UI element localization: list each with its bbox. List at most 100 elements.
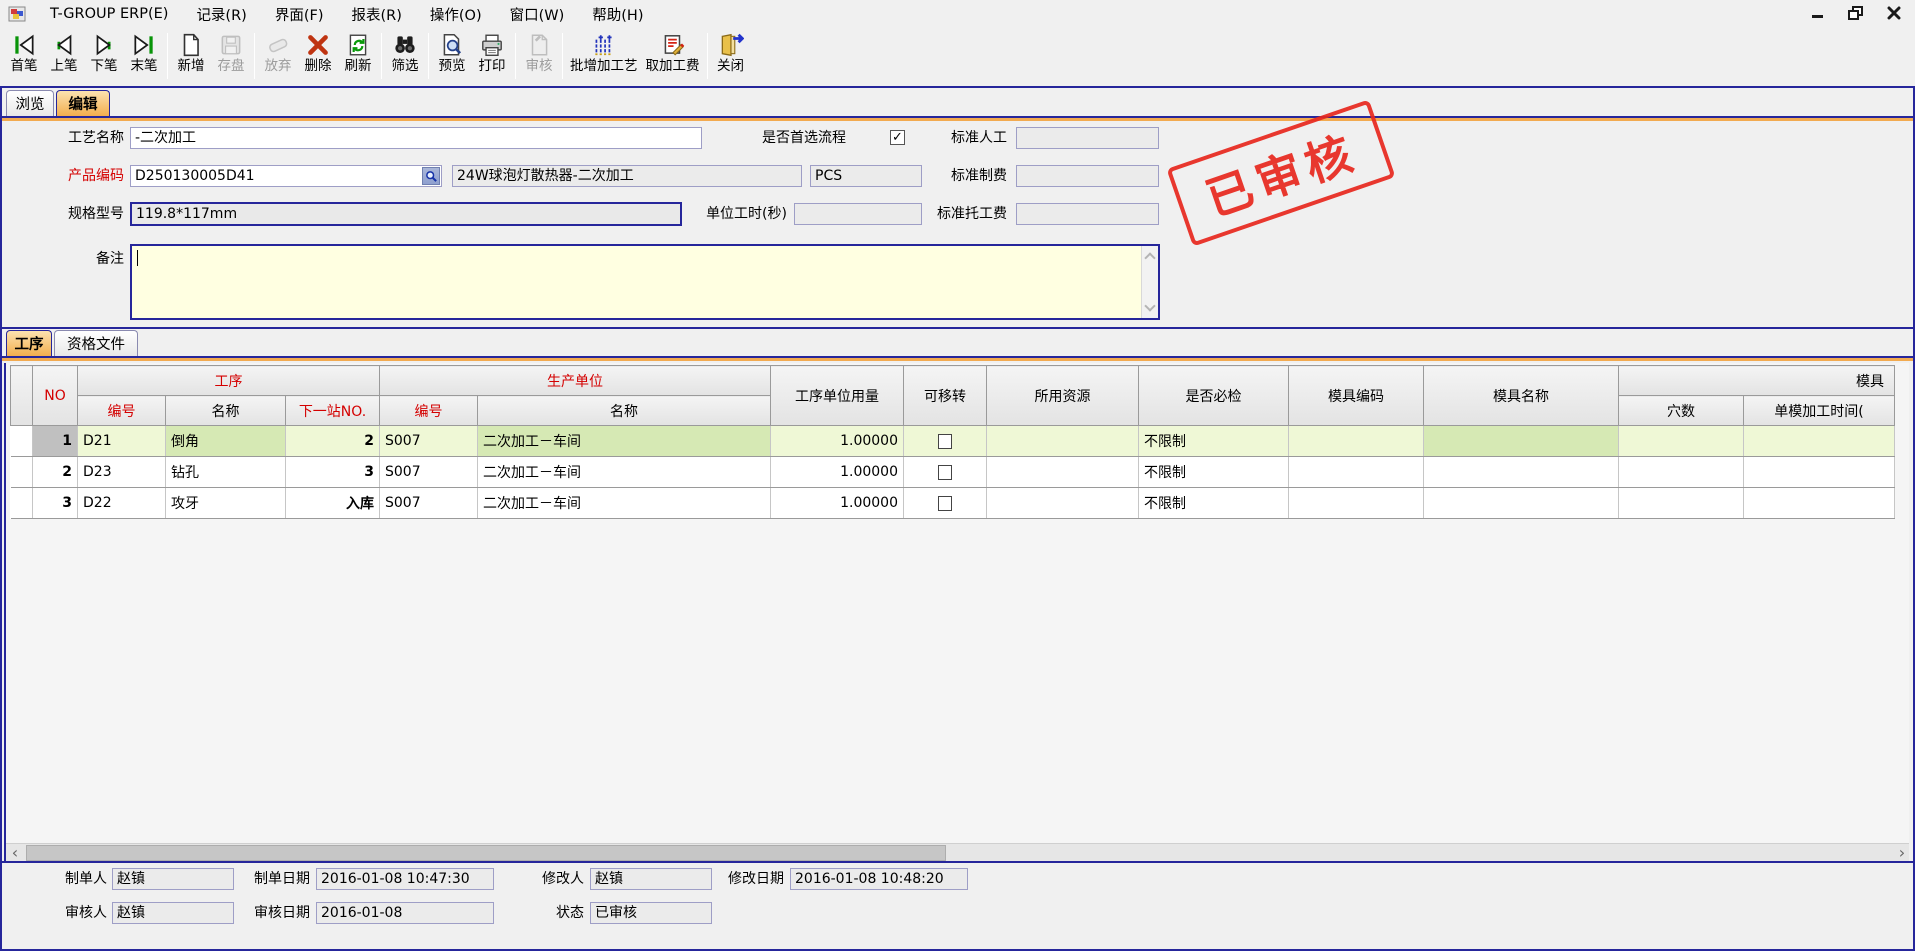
create-date-label: 制单日期 [202,868,310,890]
process-name-input[interactable]: -二次加工 [130,127,702,149]
form-bottom-border [2,327,1913,329]
subtab-qualification-docs[interactable]: 资格文件 [54,330,138,356]
product-name-field: 24W球泡灯散热器-二次加工 [452,165,802,187]
horizontal-scrollbar[interactable]: ‹ › [6,843,1909,861]
product-code-label: 产品编码 [2,165,124,187]
grid-bottom-border [2,861,1913,863]
tab-edit[interactable]: 编辑 [56,90,110,116]
erp-window: T-GROUP ERP(E) 记录(R) 界面(F) 报表(R) 操作(O) 窗… [0,0,1915,951]
std-mfg-fee-input[interactable] [1016,165,1159,187]
scroll-right-icon[interactable]: › [1893,844,1909,861]
prev-record-icon [51,31,78,58]
header-movable[interactable]: 可移转 [904,366,987,426]
next-record-icon [91,31,118,58]
restore-icon[interactable] [1845,3,1867,23]
minimize-icon[interactable] [1807,3,1829,23]
header-unit-code[interactable]: 编号 [380,396,478,426]
header-mold-name[interactable]: 模具名称 [1424,366,1619,426]
magnifier-icon [425,170,438,183]
header-cavity[interactable]: 穴数 [1619,396,1744,426]
menu-report[interactable]: 报表(R) [337,1,415,28]
close-icon[interactable] [1883,3,1905,23]
toolbar-separator [381,33,382,79]
header-usage[interactable]: 工序单位用量 [771,366,904,426]
std-labor-input[interactable] [1016,127,1159,149]
table-row[interactable]: 3 D22 攻牙 入库 S007 二次加工－车间 1.00000 不限制 [11,488,1895,519]
product-code-input[interactable]: D250130005D41 [130,165,442,187]
table-row[interactable]: 2 D23 钻孔 3 S007 二次加工－车间 1.00000 不限制 [11,457,1895,488]
header-unit-name[interactable]: 名称 [478,396,771,426]
menu-window[interactable]: 窗口(W) [496,1,579,28]
delete-button[interactable]: 删除 [298,30,338,84]
remark-scrollbar[interactable] [1141,246,1158,318]
printer-icon [479,31,506,58]
refresh-button[interactable]: 刷新 [338,30,378,84]
movable-checkbox[interactable] [938,496,952,511]
binoculars-icon [392,31,419,58]
get-process-fee-button[interactable]: 取加工费 [642,30,704,84]
tab-browse[interactable]: 浏览 [6,90,54,116]
menu-interface[interactable]: 界面(F) [261,1,338,28]
menu-operation[interactable]: 操作(O) [416,1,496,28]
preview-button[interactable]: 预览 [432,30,472,84]
toolbar-separator [254,33,255,79]
app-icon [8,6,26,22]
menu-app[interactable]: T-GROUP ERP(E) [36,3,182,25]
header-mold-code[interactable]: 模具编码 [1289,366,1424,426]
header-process-code[interactable]: 编号 [78,396,166,426]
toolbar-separator [707,33,708,79]
scroll-up-icon[interactable] [1144,252,1155,263]
audit-date-field: 2016-01-08 [316,902,494,924]
table-row[interactable]: 1 D21 倒角 2 S007 二次加工－车间 1.00000 不限制 [11,426,1895,457]
header-resource[interactable]: 所用资源 [987,366,1139,426]
preferred-flow-label: 是否首选流程 [762,127,884,149]
audit-button[interactable]: 审核 [519,30,559,84]
refresh-icon [345,31,372,58]
header-process-name[interactable]: 名称 [166,396,286,426]
std-outsource-fee-input[interactable] [1016,203,1159,225]
toolbar: 首笔 上笔 下笔 末笔 新增 [0,28,1915,86]
toolbar-separator [562,33,563,79]
modifier-label: 修改人 [502,868,584,890]
process-grid: NO 工序 生产单位 工序单位用量 可移转 所用资源 是否必检 模具编码 模具名… [4,363,1909,861]
header-next-no[interactable]: 下一站NO. [286,396,380,426]
batch-add-process-button[interactable]: 批增加工艺 [566,30,642,84]
scroll-left-icon[interactable]: ‹ [6,844,24,861]
menu-help[interactable]: 帮助(H) [578,1,657,28]
close-window-button[interactable]: 关闭 [711,30,751,84]
print-button[interactable]: 打印 [472,30,512,84]
first-record-button[interactable]: 首笔 [4,30,44,84]
header-mold-time[interactable]: 单模加工时间( [1744,396,1895,426]
delete-x-icon [305,31,332,58]
scroll-down-icon[interactable] [1144,300,1155,311]
remark-textarea[interactable] [130,244,1160,320]
header-group-unit: 生产单位 [380,366,771,396]
print-preview-icon [439,31,466,58]
new-button[interactable]: 新增 [171,30,211,84]
menu-record[interactable]: 记录(R) [182,1,260,28]
fee-doc-icon [659,31,686,58]
audited-stamp: 已审核 [1166,99,1395,246]
header-must-check[interactable]: 是否必检 [1139,366,1289,426]
new-document-icon [178,31,205,58]
status-label: 状态 [502,902,584,924]
header-no[interactable]: NO [33,366,78,426]
movable-checkbox[interactable] [938,465,952,480]
product-lookup-button[interactable] [422,167,440,185]
movable-checkbox[interactable] [938,434,952,449]
toolbar-separator [428,33,429,79]
scrollbar-thumb[interactable] [26,845,946,861]
save-button[interactable]: 存盘 [211,30,251,84]
batch-add-icon [590,31,617,58]
last-record-icon [131,31,158,58]
std-labor-label: 标准人工 [882,127,1007,149]
std-outsource-fee-label: 标准托工费 [882,203,1007,225]
filter-button[interactable]: 筛选 [385,30,425,84]
subtab-process[interactable]: 工序 [6,330,52,356]
discard-button[interactable]: 放弃 [258,30,298,84]
last-record-button[interactable]: 末笔 [124,30,164,84]
prev-record-button[interactable]: 上笔 [44,30,84,84]
next-record-button[interactable]: 下笔 [84,30,124,84]
spec-input[interactable]: 119.8*117mm [130,202,682,226]
audit-date-label: 审核日期 [202,902,310,924]
